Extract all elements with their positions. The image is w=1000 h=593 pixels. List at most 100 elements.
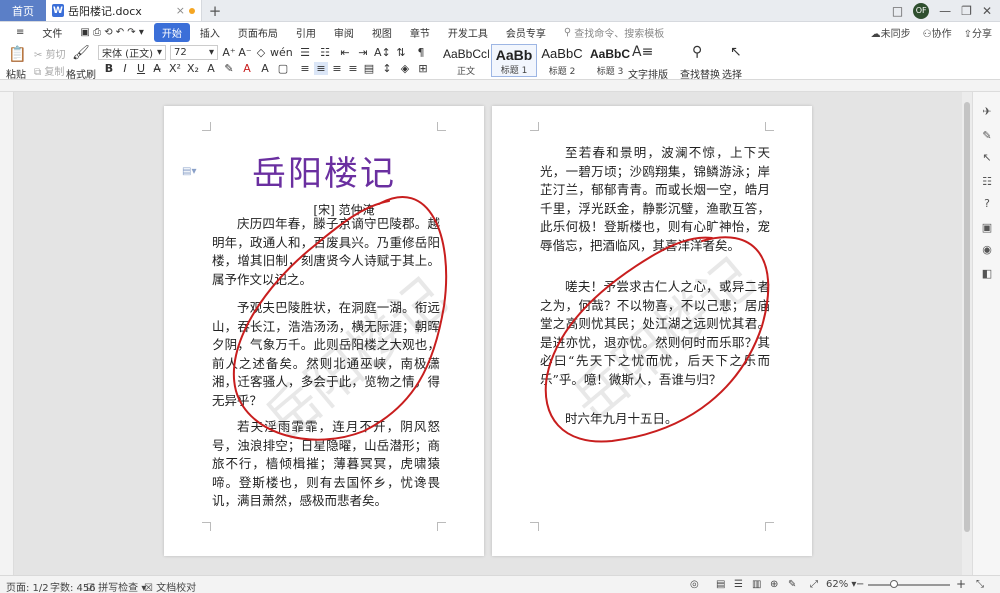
text-layout-button[interactable]: 文字排版	[628, 66, 668, 81]
close-tab-icon[interactable]: ×	[176, 4, 185, 17]
zoom-level[interactable]: 62% ▾	[826, 579, 856, 590]
strikethrough-button[interactable]: A̶	[150, 62, 164, 75]
eye-protect-icon[interactable]: ◎	[690, 579, 699, 590]
style-heading-1[interactable]: AaBb 标题 1	[491, 44, 537, 77]
bold-button[interactable]: B	[102, 62, 116, 75]
underline-button[interactable]: U	[134, 62, 148, 75]
help-icon[interactable]: ?	[981, 198, 993, 210]
char-shading-icon[interactable]: A	[258, 62, 272, 75]
zoom-out-button[interactable]: −	[856, 579, 864, 590]
paragraph[interactable]: 嗟夫！予尝求古仁人之心，或异二者之为，何哉？不以物喜，不以己悲；居庙堂之高则忧其…	[540, 278, 770, 390]
tab-insert[interactable]: 插入	[192, 23, 228, 42]
find-replace-icon[interactable]: ⚲	[692, 44, 702, 60]
hamburger-menu-icon[interactable]: ≡	[8, 25, 32, 40]
image-icon[interactable]: ▣	[981, 222, 993, 234]
page-indicator[interactable]: 页面: 1/2	[6, 579, 49, 593]
italic-button[interactable]: I	[118, 62, 132, 75]
location-icon[interactable]: ◉	[981, 244, 993, 256]
pinyin-guide-icon[interactable]: wén	[270, 46, 293, 59]
numbering-icon[interactable]: ☷	[318, 46, 332, 59]
tab-developer[interactable]: 开发工具	[440, 23, 496, 42]
tab-review[interactable]: 审阅	[326, 23, 362, 42]
tab-member[interactable]: 会员专享	[498, 23, 554, 42]
pointer-icon[interactable]: ↖	[981, 152, 993, 164]
edit-icon[interactable]: ✎	[981, 130, 993, 142]
tab-home[interactable]: 开始	[153, 22, 190, 42]
document-page-2[interactable]: 岳阳楼记 至若春和景明，波澜不惊，上下天光，一碧万顷；沙鸥翔集，锦鳞游泳；岸芷汀…	[492, 106, 812, 556]
font-color-icon[interactable]: A	[240, 62, 254, 75]
tab-section[interactable]: 章节	[402, 23, 438, 42]
decrease-indent-icon[interactable]: ⇤	[338, 46, 352, 59]
restore-layout-icon[interactable]: □	[892, 4, 903, 18]
justify-icon[interactable]: ≡	[346, 62, 360, 75]
file-menu[interactable]: 文件	[34, 23, 70, 42]
close-window-button[interactable]: ✕	[982, 4, 992, 18]
borders-icon[interactable]: ⊞	[416, 62, 430, 75]
page-view-icon[interactable]: ▤	[716, 579, 725, 590]
distribute-icon[interactable]: ▤	[362, 62, 376, 75]
collaborate-button[interactable]: ⚇协作	[923, 25, 952, 40]
spell-check-button[interactable]: ☑ 拼写检查 ▾	[86, 579, 146, 593]
zoom-slider[interactable]	[868, 584, 950, 586]
paste-icon[interactable]: 📋	[8, 45, 27, 63]
horizontal-ruler[interactable]	[0, 80, 1000, 92]
shading-icon[interactable]: ◈	[398, 62, 412, 75]
style-normal[interactable]: AaBbCcI 正文	[443, 44, 489, 77]
minimize-button[interactable]: —	[939, 4, 951, 18]
bullets-icon[interactable]: ☰	[298, 46, 312, 59]
web-view-icon[interactable]: ⊕	[770, 579, 778, 590]
subscript-button[interactable]: X₂	[186, 62, 200, 75]
outline-view-icon[interactable]: ☰	[734, 579, 743, 590]
fit-page-icon[interactable]: ⤢	[810, 579, 818, 590]
new-tab-button[interactable]: +	[202, 0, 228, 21]
quick-access-icons[interactable]: ▣ ⎙ ⟲ ↶ ↷ ▾	[72, 25, 152, 40]
tab-page-layout[interactable]: 页面布局	[230, 23, 286, 42]
format-painter-button[interactable]: 格式刷	[66, 66, 96, 81]
adjust-icon[interactable]: ☷	[981, 176, 993, 188]
format-painter-icon[interactable]: 🖌	[72, 45, 90, 61]
highlight-icon[interactable]: ✎	[222, 62, 236, 75]
scrollbar-thumb[interactable]	[964, 102, 970, 532]
paragraph[interactable]: 时六年九月十五日。	[540, 410, 770, 429]
document-canvas[interactable]: ▤▾ 岳阳楼记 岳阳楼记 [宋] 范仲淹 庆历四年春，滕子京谪守巴陵郡。越明年，…	[14, 92, 962, 575]
copy-button[interactable]: ⧉ 复制	[34, 63, 64, 78]
line-spacing-icon[interactable]: ↕	[380, 62, 394, 75]
panel-toggle-icon[interactable]: ◧	[981, 268, 993, 280]
font-name-select[interactable]: 宋体 (正文) ▾	[98, 45, 166, 60]
select-button[interactable]: 选择	[722, 66, 742, 81]
cut-button[interactable]: ✂ 剪切	[34, 46, 66, 61]
avatar[interactable]: OF	[913, 2, 930, 19]
document-title[interactable]: 岳阳楼记	[164, 146, 484, 195]
paragraph[interactable]: 若夫淫雨霏霏，连月不开，阴风怒号，浊浪排空；日星隐曜，山岳潜形；商旅不行，樯倾楫…	[212, 418, 440, 511]
paragraph[interactable]: 予观夫巴陵胜状，在洞庭一湖。衔远山，吞长江，浩浩汤汤，横无际涯；朝晖夕阴，气象万…	[212, 299, 440, 411]
zoom-slider-handle[interactable]	[890, 580, 898, 588]
reading-view-icon[interactable]: ▥	[752, 579, 761, 590]
find-replace-button[interactable]: 查找替换	[680, 66, 720, 81]
style-heading-3[interactable]: AaBbC 标题 3	[587, 44, 633, 77]
increase-indent-icon[interactable]: ⇥	[356, 46, 370, 59]
command-search[interactable]: ⚲ 查找命令、搜索模板	[564, 25, 664, 40]
align-right-icon[interactable]: ≡	[330, 62, 344, 75]
grow-font-icon[interactable]: A⁺	[222, 46, 236, 59]
clear-format-icon[interactable]: ◇	[254, 46, 268, 59]
style-heading-2[interactable]: AaBbC 标题 2	[539, 44, 585, 77]
write-mode-icon[interactable]: ✎	[788, 579, 796, 590]
chinese-layout-icon[interactable]: A↕	[374, 46, 391, 59]
proofread-button[interactable]: ☒ 文档校对	[144, 579, 196, 593]
document-page-1[interactable]: ▤▾ 岳阳楼记 岳阳楼记 [宋] 范仲淹 庆历四年春，滕子京谪守巴陵郡。越明年，…	[164, 106, 484, 556]
select-cursor-icon[interactable]: ↖	[730, 44, 742, 60]
tab-references[interactable]: 引用	[288, 23, 324, 42]
zoom-in-button[interactable]: +	[956, 577, 966, 591]
vertical-scrollbar[interactable]	[962, 92, 972, 575]
vertical-ruler[interactable]	[0, 92, 14, 575]
rocket-icon[interactable]: ✈	[981, 106, 993, 118]
show-marks-icon[interactable]: ¶	[414, 46, 428, 59]
sync-status-button[interactable]: ☁未同步	[871, 25, 911, 40]
align-left-icon[interactable]: ≡	[298, 62, 312, 75]
char-border-icon[interactable]: ▢	[276, 62, 290, 75]
paragraph[interactable]: 庆历四年春，滕子京谪守巴陵郡。越明年，政通人和，百废具兴。乃重修岳阳楼，增其旧制…	[212, 215, 440, 289]
fullscreen-icon[interactable]: ⤡	[976, 579, 984, 590]
align-center-icon[interactable]: ≡	[314, 62, 328, 75]
text-effect-icon[interactable]: A	[204, 62, 218, 75]
text-layout-icon[interactable]: A≡	[632, 44, 653, 60]
